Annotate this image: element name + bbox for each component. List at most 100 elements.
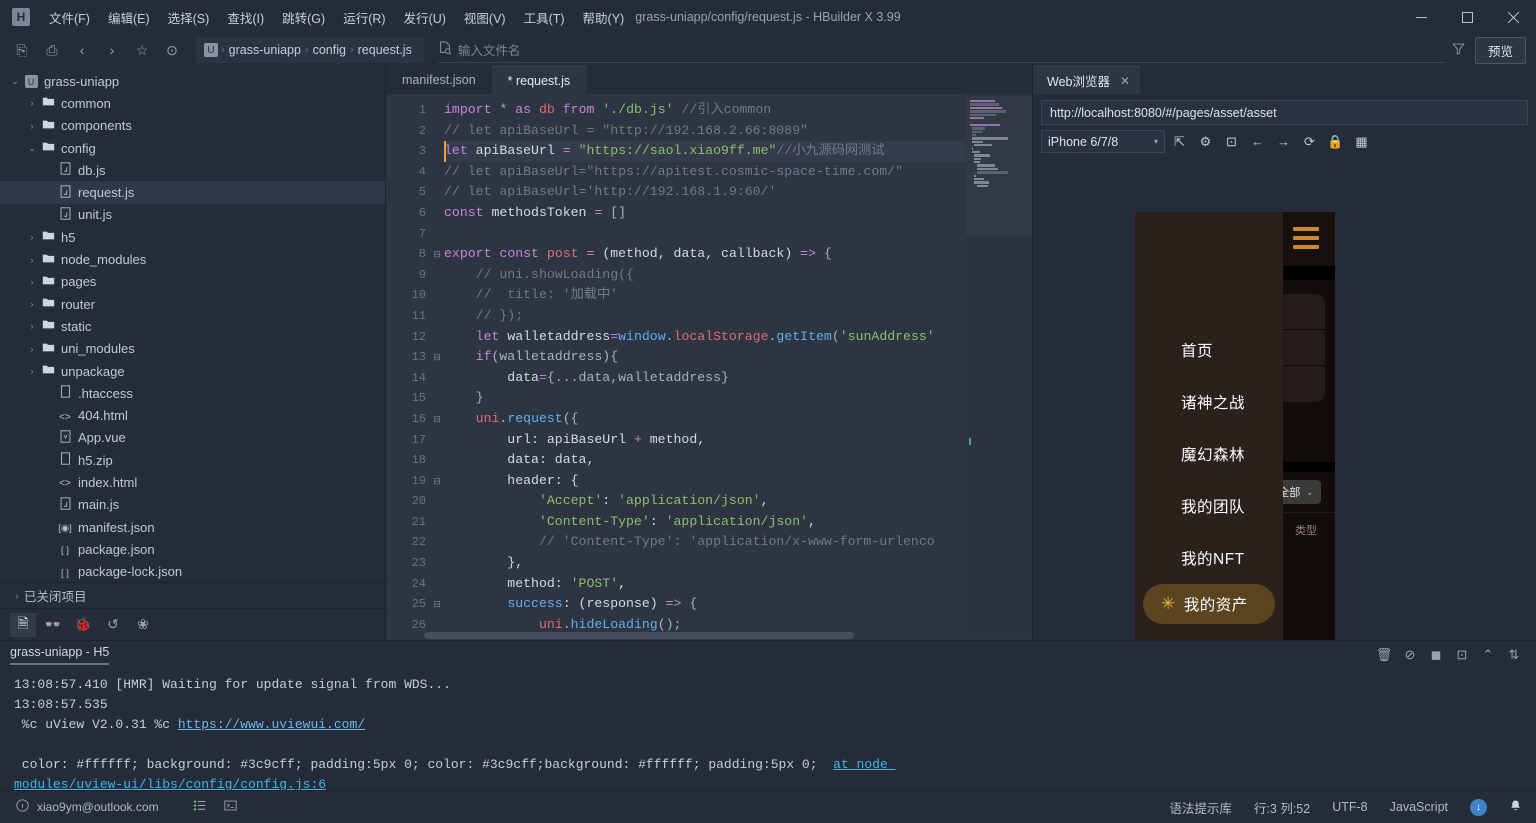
chevron-right-icon[interactable]: › (25, 232, 39, 242)
code-line[interactable]: import * as db from './db.js' //引入common (444, 100, 966, 121)
preview-stage[interactable]: 全部 ⌄ 类型 首页诸神之战魔幻森林我的团队我的NFT✳我的资产公告 (1033, 159, 1536, 640)
console-link[interactable]: https://www.uviewui.com/ (178, 717, 365, 732)
tree-item-uni-modules[interactable]: ›uni_modules (0, 338, 385, 360)
chevron-right-icon[interactable]: › (25, 98, 39, 108)
tree-item-grass-uniapp[interactable]: ⌄Ugrass-uniapp (0, 70, 385, 92)
code-line[interactable]: let apiBaseUrl = "https://saol.xiao9ff.m… (444, 141, 966, 162)
settings-icon[interactable]: ⚙ (1194, 130, 1217, 153)
square-icon[interactable]: ◼ (1424, 644, 1448, 666)
filter-icon[interactable] (1452, 42, 1465, 58)
code-line[interactable]: data={...data,walletaddress} (444, 368, 966, 389)
fold-toggle-icon[interactable]: ⊟ (430, 244, 444, 265)
tree-item-404-html[interactable]: ›<>404.html (0, 404, 385, 426)
debug-icon[interactable]: 🐞 (70, 613, 96, 637)
close-button[interactable] (1490, 0, 1536, 34)
stop-icon[interactable]: ⊘ (1398, 644, 1422, 666)
code-content[interactable]: import * as db from './db.js' //引入common… (444, 94, 966, 631)
account-icon[interactable] (16, 799, 29, 815)
code-line[interactable]: // let apiBaseUrl = "http://192.168.2.66… (444, 121, 966, 142)
drawer-item-3[interactable]: 我的团队 (1135, 480, 1283, 532)
back-icon[interactable]: ← (1246, 130, 1269, 153)
code-line[interactable]: uni.hideLoading(); (444, 615, 966, 631)
list-icon[interactable] (193, 799, 206, 815)
fold-gutter[interactable]: ⊟⊟⊟⊟⊟ (430, 94, 444, 631)
code-line[interactable]: 'Content-Type': 'application/json', (444, 512, 966, 533)
device-select[interactable]: iPhone 6/7/8 ▾ (1041, 130, 1165, 153)
cursor-position[interactable]: 行:3 列:52 (1254, 798, 1310, 817)
close-icon[interactable]: ✕ (1120, 74, 1130, 88)
minimap-viewport[interactable] (966, 96, 1032, 236)
menu-item-2[interactable]: 选择(S) (159, 3, 219, 32)
code-line[interactable]: 'Accept': 'application/json', (444, 491, 966, 512)
code-line[interactable]: // let apiBaseUrl="https://apitest.cosmi… (444, 162, 966, 183)
code-line[interactable]: export const post = (method, data, callb… (444, 244, 966, 265)
back-icon[interactable]: ‹ (68, 37, 96, 63)
menu-item-8[interactable]: 工具(T) (515, 3, 574, 32)
encoding-label[interactable]: UTF-8 (1332, 800, 1367, 814)
chevron-right-icon[interactable]: › (25, 255, 39, 265)
code-line[interactable]: header: { (444, 471, 966, 492)
code-line[interactable]: const methodsToken = [] (444, 203, 966, 224)
code-line[interactable]: // 'Content-Type': 'application/x-www-fo… (444, 532, 966, 553)
tab-web-browser[interactable]: Web浏览器 ✕ (1033, 66, 1140, 94)
forward-icon[interactable]: → (1272, 130, 1295, 153)
filename-search-field[interactable]: 输入文件名 (438, 37, 1446, 63)
extension-icon[interactable]: ❀ (130, 613, 156, 637)
code-line[interactable]: data: data, (444, 450, 966, 471)
terminal-icon[interactable]: ↺ (100, 613, 126, 637)
chevron-down-icon[interactable]: ⌄ (25, 143, 39, 154)
code-line[interactable]: method: 'POST', (444, 574, 966, 595)
console-source-link[interactable]: at node_ (833, 757, 895, 772)
code-line[interactable]: // let apiBaseUrl='http://192.168.1.9:60… (444, 182, 966, 203)
forward-icon[interactable]: › (98, 37, 126, 63)
code-minimap[interactable] (966, 94, 1032, 631)
terminal-icon[interactable] (224, 799, 237, 815)
project-manager-icon[interactable]: 🗎 (10, 613, 36, 637)
fold-toggle-icon[interactable]: ⊟ (430, 594, 444, 615)
tree-item-config[interactable]: ⌄config (0, 137, 385, 159)
chevron-right-icon[interactable]: › (25, 366, 39, 376)
fold-toggle-icon[interactable]: ⊟ (430, 409, 444, 430)
tree-item-request-js[interactable]: ›request.js (0, 181, 385, 203)
breadcrumb[interactable]: U › grass-uniapp › config › request.js (196, 37, 424, 63)
chevron-right-icon[interactable]: › (25, 121, 39, 131)
sort-icon[interactable]: ⇅ (1502, 644, 1526, 666)
fold-toggle-icon[interactable]: ⊟ (430, 471, 444, 492)
code-line[interactable]: url: apiBaseUrl + method, (444, 430, 966, 451)
preview-button[interactable]: 预览 (1475, 37, 1526, 64)
tree-item-app-vue[interactable]: ›App.vue (0, 427, 385, 449)
scrollbar-thumb[interactable] (424, 632, 854, 639)
console-source-link[interactable]: modules/uview-ui/libs/config/config.js:6 (14, 777, 326, 790)
code-line[interactable]: uni.request({ (444, 409, 966, 430)
tree-item-index-html[interactable]: ›<>index.html (0, 471, 385, 493)
code-line[interactable]: // title: '加载中' (444, 285, 966, 306)
new-file-icon[interactable]: ⎘ (8, 37, 36, 63)
trash-icon[interactable]: 🗑 (1372, 644, 1396, 666)
file-tree[interactable]: ⌄Ugrass-uniapp›common›components⌄config›… (0, 66, 385, 582)
chevron-right-icon[interactable]: › (25, 344, 39, 354)
editor-tab-0[interactable]: manifest.json (386, 66, 492, 94)
bell-icon[interactable] (1509, 799, 1522, 815)
drawer-item-4[interactable]: 我的NFT (1135, 532, 1283, 584)
chevron-down-icon[interactable]: ⌄ (8, 76, 22, 87)
save-icon[interactable]: ⎙ (38, 37, 66, 63)
open-external-icon[interactable]: ⇱ (1168, 130, 1191, 153)
code-line[interactable]: if(walletaddress){ (444, 347, 966, 368)
lock-icon[interactable]: 🔒 (1324, 130, 1347, 153)
tree-item--htaccess[interactable]: ›.htaccess (0, 382, 385, 404)
language-label[interactable]: JavaScript (1390, 800, 1448, 814)
tree-item-package-json[interactable]: ›[ ]package.json (0, 538, 385, 560)
menu-item-1[interactable]: 编辑(E) (99, 3, 159, 32)
reload-icon[interactable]: ⟳ (1298, 130, 1321, 153)
breadcrumb-item-project[interactable]: grass-uniapp (225, 43, 305, 57)
chevron-right-icon[interactable]: › (25, 299, 39, 309)
drawer-item-2[interactable]: 魔幻森林 (1135, 428, 1283, 480)
code-editor[interactable]: 1234567891011121314151617181920212223242… (386, 94, 1032, 631)
menu-item-5[interactable]: 运行(R) (334, 3, 394, 32)
syntax-library-label[interactable]: 语法提示库 (1169, 798, 1232, 817)
code-line[interactable]: // }); (444, 306, 966, 327)
chevron-right-icon[interactable]: › (25, 321, 39, 331)
tree-item-static[interactable]: ›static (0, 315, 385, 337)
favorite-icon[interactable]: ☆ (128, 37, 156, 63)
search-icon[interactable]: 👓 (40, 613, 66, 637)
